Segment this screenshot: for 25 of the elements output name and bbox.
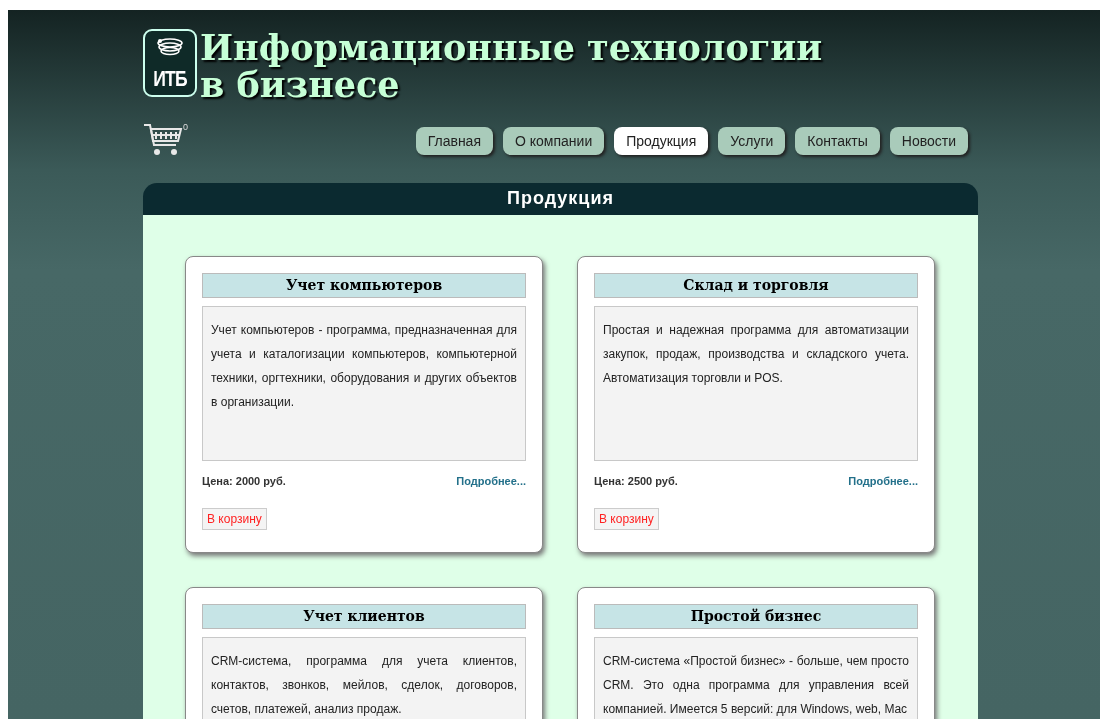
cart-icon[interactable] bbox=[143, 122, 183, 158]
cart-count: 0 bbox=[183, 122, 188, 132]
site-title[interactable]: Информационные технологии в бизнесе bbox=[200, 29, 823, 103]
price-text: Цена: 2000 руб. bbox=[202, 475, 286, 487]
more-link[interactable]: Подробнее... bbox=[848, 475, 918, 487]
description-text: Простая и надежная программа для автоматизации закупок, продаж, производства и складского учета. Автоматизация торговли и POS. bbox=[603, 322, 909, 387]
product-title: Простой бизнес bbox=[594, 604, 918, 629]
product-title: Склад и торговля bbox=[594, 273, 918, 298]
panel-title: Продукция bbox=[143, 183, 978, 215]
nav-tab[interactable]: О компании bbox=[503, 127, 605, 155]
nav-tab[interactable]: Главная bbox=[415, 127, 493, 155]
more-link[interactable]: Подробнее... bbox=[456, 475, 526, 487]
product-title: Учет клиентов bbox=[202, 604, 526, 629]
description-text: CRM-система, программа для учета клиентов, контактов, звонков, мейлов, сделок, договоров, счетов, платежей, анализ продаж. bbox=[211, 653, 517, 718]
product-title: Учет компьютеров bbox=[202, 273, 526, 298]
description-text: Учет компьютеров - программа, предназначенная для учета и каталогизации компьютеров, компьютерной техники, оргтехники, оборудования и других объектов в организации. bbox=[211, 322, 517, 411]
nav-tab[interactable]: Продукция bbox=[614, 127, 709, 155]
add-to-cart-button[interactable]: В корзину bbox=[594, 508, 659, 530]
nav-tab[interactable]: Контакты bbox=[795, 127, 880, 155]
description-text: CRM-система «Простой бизнес» - больше, чем просто CRM. Это одна программа для управления всей компанией. Имеется 5 версий: для Windows, web, Mac bbox=[603, 653, 909, 718]
add-to-cart-button[interactable]: В корзину bbox=[202, 508, 267, 530]
nav-tab[interactable]: Услуги bbox=[718, 127, 786, 155]
logo-text: ИТБ bbox=[153, 65, 187, 92]
nav-tab[interactable]: Новости bbox=[889, 127, 968, 155]
price-text: Цена: 2500 руб. bbox=[594, 475, 678, 487]
